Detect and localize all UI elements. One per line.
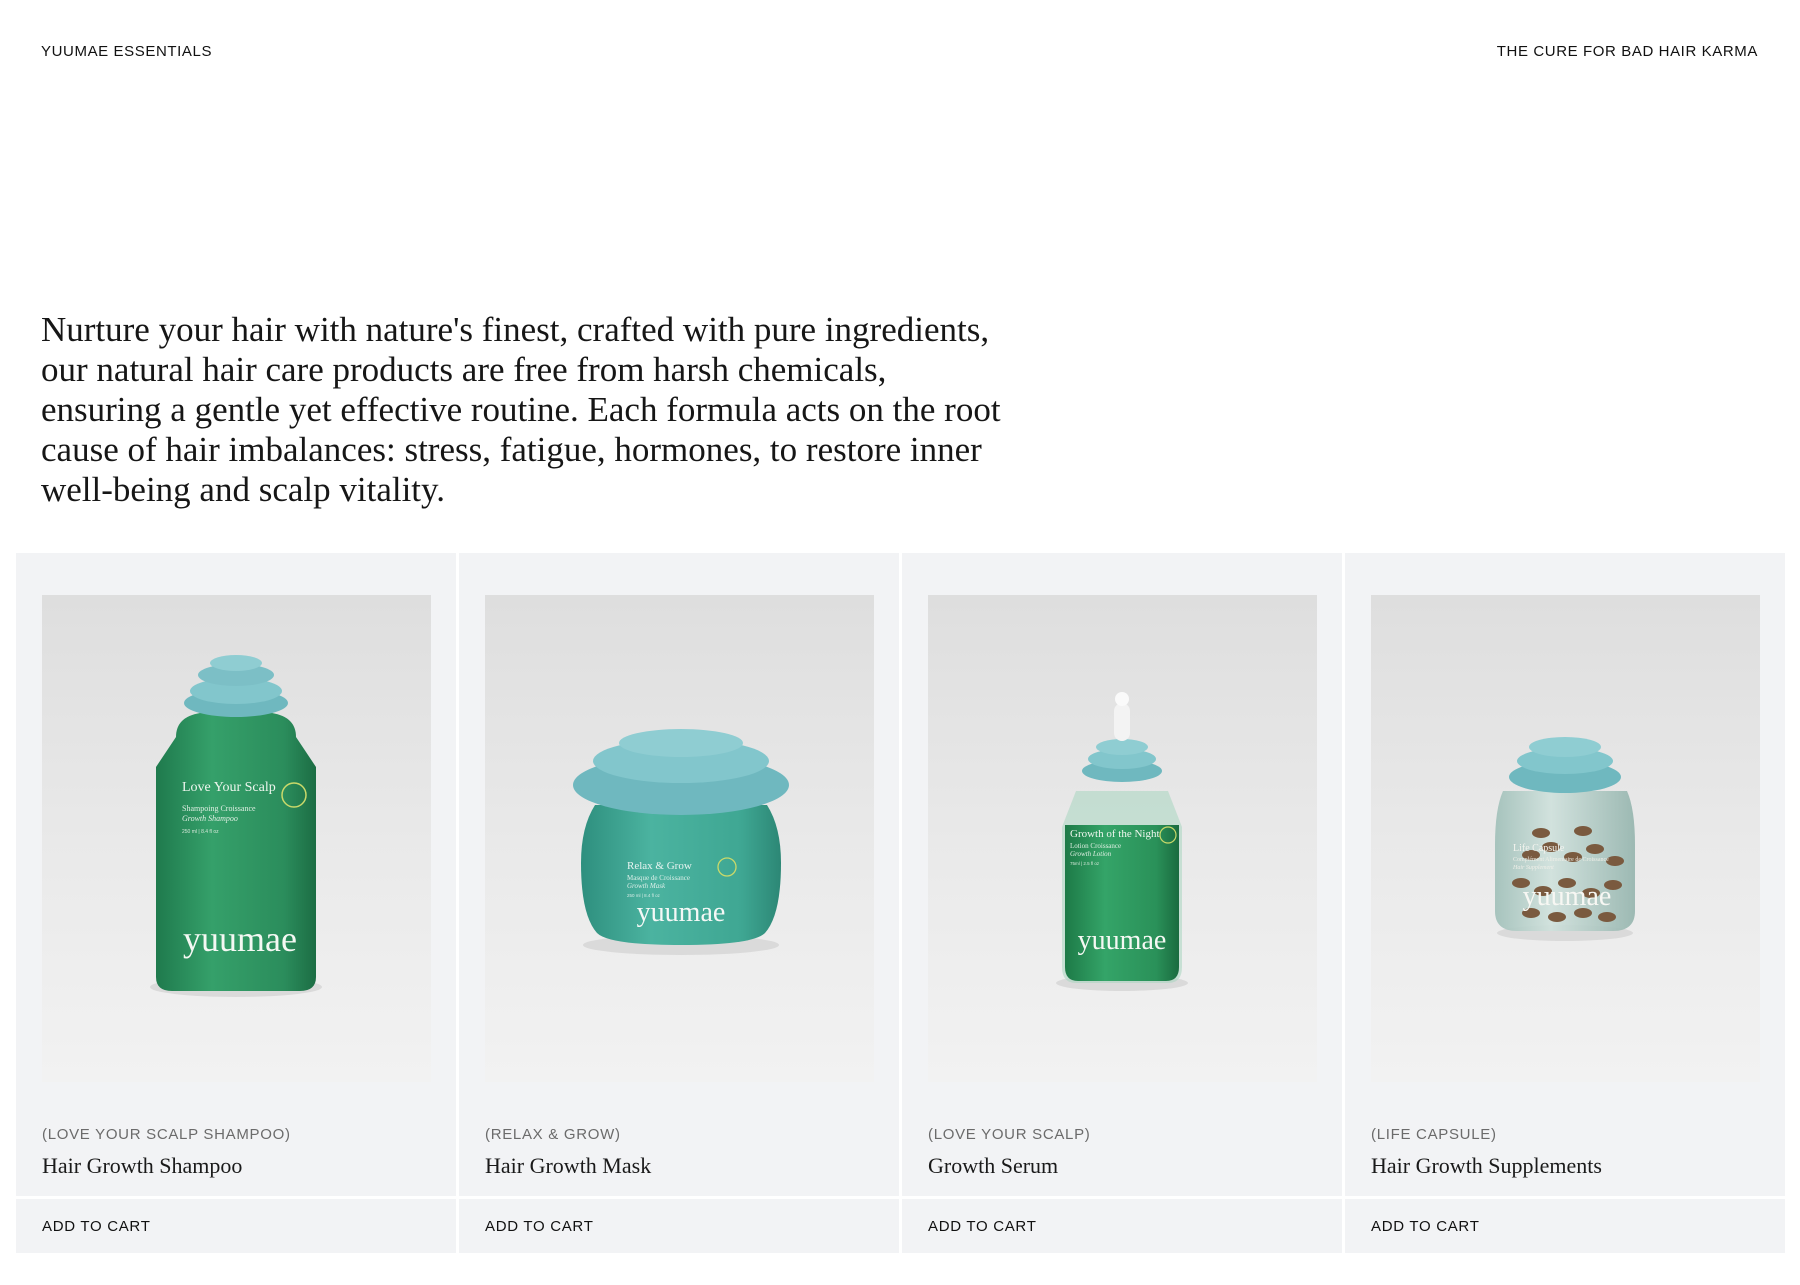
label-sub: Complément Alimentaire de Croissance (1513, 857, 1609, 863)
product-title[interactable]: Hair Growth Shampoo (42, 1153, 242, 1179)
label-name: Life Capsule (1513, 843, 1565, 854)
product-card-body[interactable]: Life Capsule Complément Alimentaire de C… (1345, 553, 1785, 1196)
product-card: Love Your Scalp Shampoing Croissance Gro… (16, 553, 456, 1253)
label-name: Love Your Scalp (182, 780, 276, 795)
top-bar: YUUMAE ESSENTIALS THE CURE FOR BAD HAIR … (0, 0, 1800, 110)
add-to-cart-button[interactable]: ADD TO CART (902, 1199, 1342, 1253)
label-brand: yuumae (1523, 881, 1612, 912)
intro-paragraph: Nurture your hair with nature's finest, … (41, 310, 1001, 509)
product-card: Relax & Grow Masque de Croissance Growth… (459, 553, 899, 1253)
product-card: Growth of the Night Lotion Croissance Gr… (902, 553, 1342, 1253)
product-subtitle: (RELAX & GROW) (485, 1126, 621, 1143)
serum-dropper-icon: Growth of the Night Lotion Croissance Gr… (928, 595, 1317, 1082)
label-name: Growth of the Night (1070, 828, 1160, 840)
label-size: 250 ml | 8.4 fl oz (182, 829, 219, 835)
product-image[interactable]: Love Your Scalp Shampoing Croissance Gro… (42, 595, 431, 1082)
label-name: Relax & Grow (627, 860, 692, 872)
brand-name[interactable]: YUUMAE ESSENTIALS (41, 43, 212, 60)
product-title[interactable]: Growth Serum (928, 1153, 1058, 1179)
tagline: THE CURE FOR BAD HAIR KARMA (1496, 43, 1758, 60)
add-to-cart-button[interactable]: ADD TO CART (459, 1199, 899, 1253)
label-sub: Lotion Croissance (1070, 842, 1121, 850)
label-size: 75ml | 2.5 fl oz (1070, 861, 1100, 866)
capsule-jar-icon: Life Capsule Complément Alimentaire de C… (1371, 595, 1760, 1082)
add-to-cart-button[interactable]: ADD TO CART (1345, 1199, 1785, 1253)
product-subtitle: (LIFE CAPSULE) (1371, 1126, 1497, 1143)
product-card: Life Capsule Complément Alimentaire de C… (1345, 553, 1785, 1253)
product-subtitle: (LOVE YOUR SCALP) (928, 1126, 1091, 1143)
mask-jar-icon: Relax & Grow Masque de Croissance Growth… (485, 595, 874, 1082)
product-title[interactable]: Hair Growth Mask (485, 1153, 651, 1179)
label-sub2: Hair Supplement (1512, 865, 1554, 871)
label-brand: yuumae (637, 897, 726, 928)
product-subtitle: (LOVE YOUR SCALP SHAMPOO) (42, 1126, 291, 1143)
shampoo-bottle-icon: Love Your Scalp Shampoing Croissance Gro… (42, 595, 431, 1082)
product-image[interactable]: Life Capsule Complément Alimentaire de C… (1371, 595, 1760, 1082)
label-brand: yuumae (1078, 925, 1167, 956)
product-grid: Love Your Scalp Shampoing Croissance Gro… (16, 553, 1785, 1253)
label-sub2: Growth Lotion (1070, 850, 1112, 858)
product-card-body[interactable]: Growth of the Night Lotion Croissance Gr… (902, 553, 1342, 1196)
product-card-body[interactable]: Relax & Grow Masque de Croissance Growth… (459, 553, 899, 1196)
product-image[interactable]: Growth of the Night Lotion Croissance Gr… (928, 595, 1317, 1082)
product-title[interactable]: Hair Growth Supplements (1371, 1153, 1602, 1179)
label-sub: Masque de Croissance (627, 874, 690, 882)
product-image[interactable]: Relax & Grow Masque de Croissance Growth… (485, 595, 874, 1082)
label-brand: yuumae (183, 919, 297, 959)
label-sub: Shampoing Croissance (182, 804, 256, 813)
add-to-cart-button[interactable]: ADD TO CART (16, 1199, 456, 1253)
label-sub2: Growth Shampoo (182, 814, 238, 823)
product-card-body[interactable]: Love Your Scalp Shampoing Croissance Gro… (16, 553, 456, 1196)
label-sub2: Growth Mask (627, 882, 666, 890)
